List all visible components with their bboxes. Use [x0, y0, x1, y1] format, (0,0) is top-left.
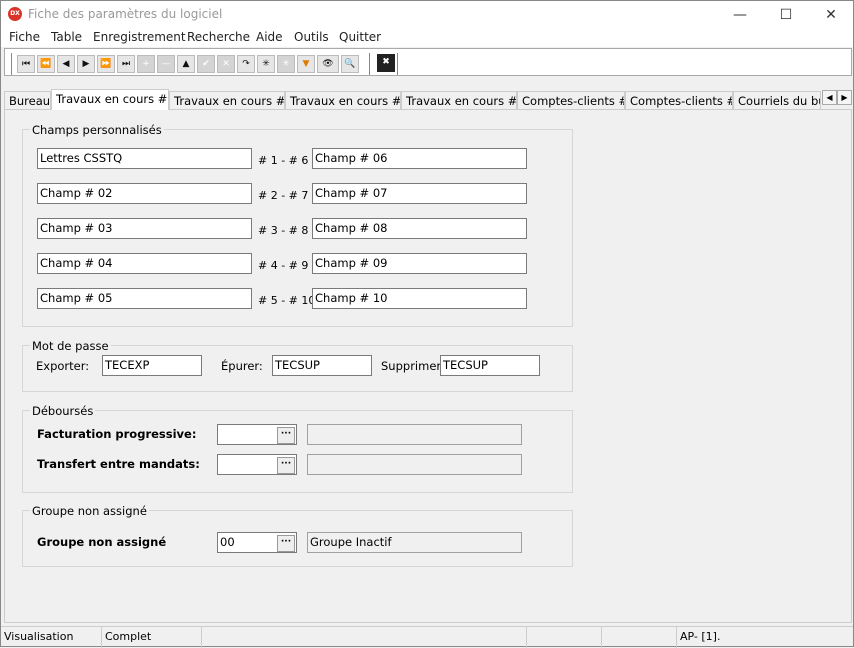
tab-5[interactable]: Comptes-clients # 1 — [517, 91, 625, 110]
tab-2[interactable]: Travaux en cours # 2 — [169, 91, 285, 110]
tab-4[interactable]: Travaux en cours # 4 — [401, 91, 517, 110]
menu-quitter[interactable]: Quitter — [339, 30, 381, 44]
minimize-button[interactable]: — — [717, 1, 763, 29]
tab-7[interactable]: Courriels du bureau — [733, 91, 821, 110]
group-groupe-legend: Groupe non assigné — [30, 504, 149, 518]
status-cell-5 — [602, 627, 677, 648]
toolbar-separator — [369, 53, 370, 75]
groupe-value: 00 — [220, 535, 235, 549]
toolbar-separator — [397, 53, 398, 75]
epurer-field[interactable]: TECSUP — [272, 355, 372, 376]
transfert-lookup-button[interactable]: ··· — [277, 457, 295, 474]
champ-right-field[interactable]: Champ # 10 — [312, 288, 527, 309]
champ-left-field[interactable]: Champ # 04 — [37, 253, 252, 274]
menu-aide[interactable]: Aide — [256, 30, 283, 44]
champ-left-field[interactable]: Champ # 05 — [37, 288, 252, 309]
champ-pair-label: # 2 - # 7 — [258, 189, 309, 202]
title-bar: DX Fiche des paramètres du logiciel — ☐ … — [1, 1, 853, 29]
close-button[interactable]: ✕ — [808, 1, 854, 29]
champ-right-field[interactable]: Champ # 09 — [312, 253, 527, 274]
facturation-description — [307, 424, 522, 445]
champ-left-field[interactable]: Champ # 02 — [37, 183, 252, 204]
tab-3[interactable]: Travaux en cours # 3 — [285, 91, 401, 110]
prev-page-button[interactable]: ⏪ — [37, 55, 55, 73]
next-page-button[interactable]: ⏩ — [97, 55, 115, 73]
status-record: AP- [1]. — [680, 630, 721, 643]
cancel-button[interactable]: ✕ — [217, 55, 235, 73]
menu-recherche[interactable]: Recherche — [187, 30, 250, 44]
groupe-label: Groupe non assigné — [37, 535, 167, 549]
groupe-description: Groupe Inactif — [307, 532, 522, 553]
close-form-button[interactable]: ✖ — [377, 54, 395, 72]
tab-panel: Champs personnalisés Lettres CSSTQ # 1 -… — [4, 109, 852, 623]
menu-fiche[interactable]: Fiche — [9, 30, 40, 44]
champ-right-field[interactable]: Champ # 07 — [312, 183, 527, 204]
transfert-combo[interactable]: ··· — [217, 454, 297, 475]
facturation-combo[interactable]: ··· — [217, 424, 297, 445]
status-mode: Visualisation — [1, 627, 102, 648]
binoculars-button[interactable]: 👁 — [317, 55, 339, 73]
tab-scroll-right-icon[interactable]: ▶ — [837, 90, 852, 105]
tab-scroll-left-icon[interactable]: ◀ — [822, 90, 837, 105]
refresh-button[interactable]: ↷ — [237, 55, 255, 73]
status-bar: Visualisation Complet AP- [1]. — [1, 626, 853, 648]
exporter-label: Exporter: — [36, 359, 90, 373]
champ-right-field[interactable]: Champ # 06 — [312, 148, 527, 169]
status-state: Complet — [102, 627, 202, 648]
exporter-field[interactable]: TECEXP — [102, 355, 202, 376]
asterisk-filter-button[interactable]: ✳ — [277, 55, 295, 73]
app-logo-icon: DX — [8, 7, 22, 21]
toolbar-separator — [11, 53, 12, 75]
asterisk-button[interactable]: ✳ — [257, 55, 275, 73]
filter-button[interactable]: ▼ — [297, 55, 315, 73]
tab-0[interactable]: Bureau — [4, 91, 51, 110]
champ-pair-label: # 4 - # 9 — [258, 259, 309, 272]
prev-record-button[interactable]: ◀ — [57, 55, 75, 73]
delete-button[interactable]: — — [157, 55, 175, 73]
transfert-description — [307, 454, 522, 475]
status-cell-4 — [527, 627, 602, 648]
champ-pair-label: # 1 - # 6 — [258, 154, 309, 167]
menu-outils[interactable]: Outils — [294, 30, 329, 44]
facturation-label: Facturation progressive: — [37, 427, 197, 441]
supprimer-label: Supprimer: — [381, 359, 445, 373]
post-button[interactable]: ✔ — [197, 55, 215, 73]
tab-strip: Bureau Travaux en cours # 1 Travaux en cou… — [1, 89, 853, 110]
groupe-lookup-button[interactable]: ··· — [277, 535, 295, 552]
champ-pair-label: # 5 - # 10 — [258, 294, 316, 307]
last-record-button[interactable]: ⏭ — [117, 55, 135, 73]
next-record-button[interactable]: ▶ — [77, 55, 95, 73]
status-cell-3 — [202, 627, 527, 648]
champ-right-field[interactable]: Champ # 08 — [312, 218, 527, 239]
transfert-label: Transfert entre mandats: — [37, 457, 200, 471]
menu-bar: Fiche Table Enregistrement Recherche Aid… — [1, 29, 853, 47]
maximize-button[interactable]: ☐ — [763, 1, 809, 29]
search-button[interactable]: 🔍 — [341, 55, 359, 73]
edit-button[interactable]: ▲ — [177, 55, 195, 73]
champ-pair-label: # 3 - # 8 — [258, 224, 309, 237]
supprimer-field[interactable]: TECSUP — [440, 355, 540, 376]
toolbar: ⏮ ⏪ ◀ ▶ ⏩ ⏭ + — ▲ ✔ ✕ ↷ ✳ ✳ ▼ 👁 🔍 ✖ — [4, 48, 852, 76]
tab-6[interactable]: Comptes-clients # 2 — [625, 91, 733, 110]
champ-left-field[interactable]: Lettres CSSTQ — [37, 148, 252, 169]
insert-button[interactable]: + — [137, 55, 155, 73]
menu-enregistrement[interactable]: Enregistrement — [93, 30, 186, 44]
facturation-lookup-button[interactable]: ··· — [277, 427, 295, 444]
epurer-label: Épurer: — [221, 359, 263, 373]
tab-1[interactable]: Travaux en cours # 1 — [51, 89, 169, 110]
window-title: Fiche des paramètres du logiciel — [28, 7, 223, 21]
first-record-button[interactable]: ⏮ — [17, 55, 35, 73]
menu-table[interactable]: Table — [51, 30, 82, 44]
group-debourses — [22, 410, 573, 493]
group-debourses-legend: Déboursés — [30, 404, 96, 418]
group-champs-legend: Champs personnalisés — [30, 123, 164, 137]
champ-left-field[interactable]: Champ # 03 — [37, 218, 252, 239]
groupe-combo[interactable]: 00 ··· — [217, 532, 297, 553]
group-motdepasse-legend: Mot de passe — [30, 339, 111, 353]
